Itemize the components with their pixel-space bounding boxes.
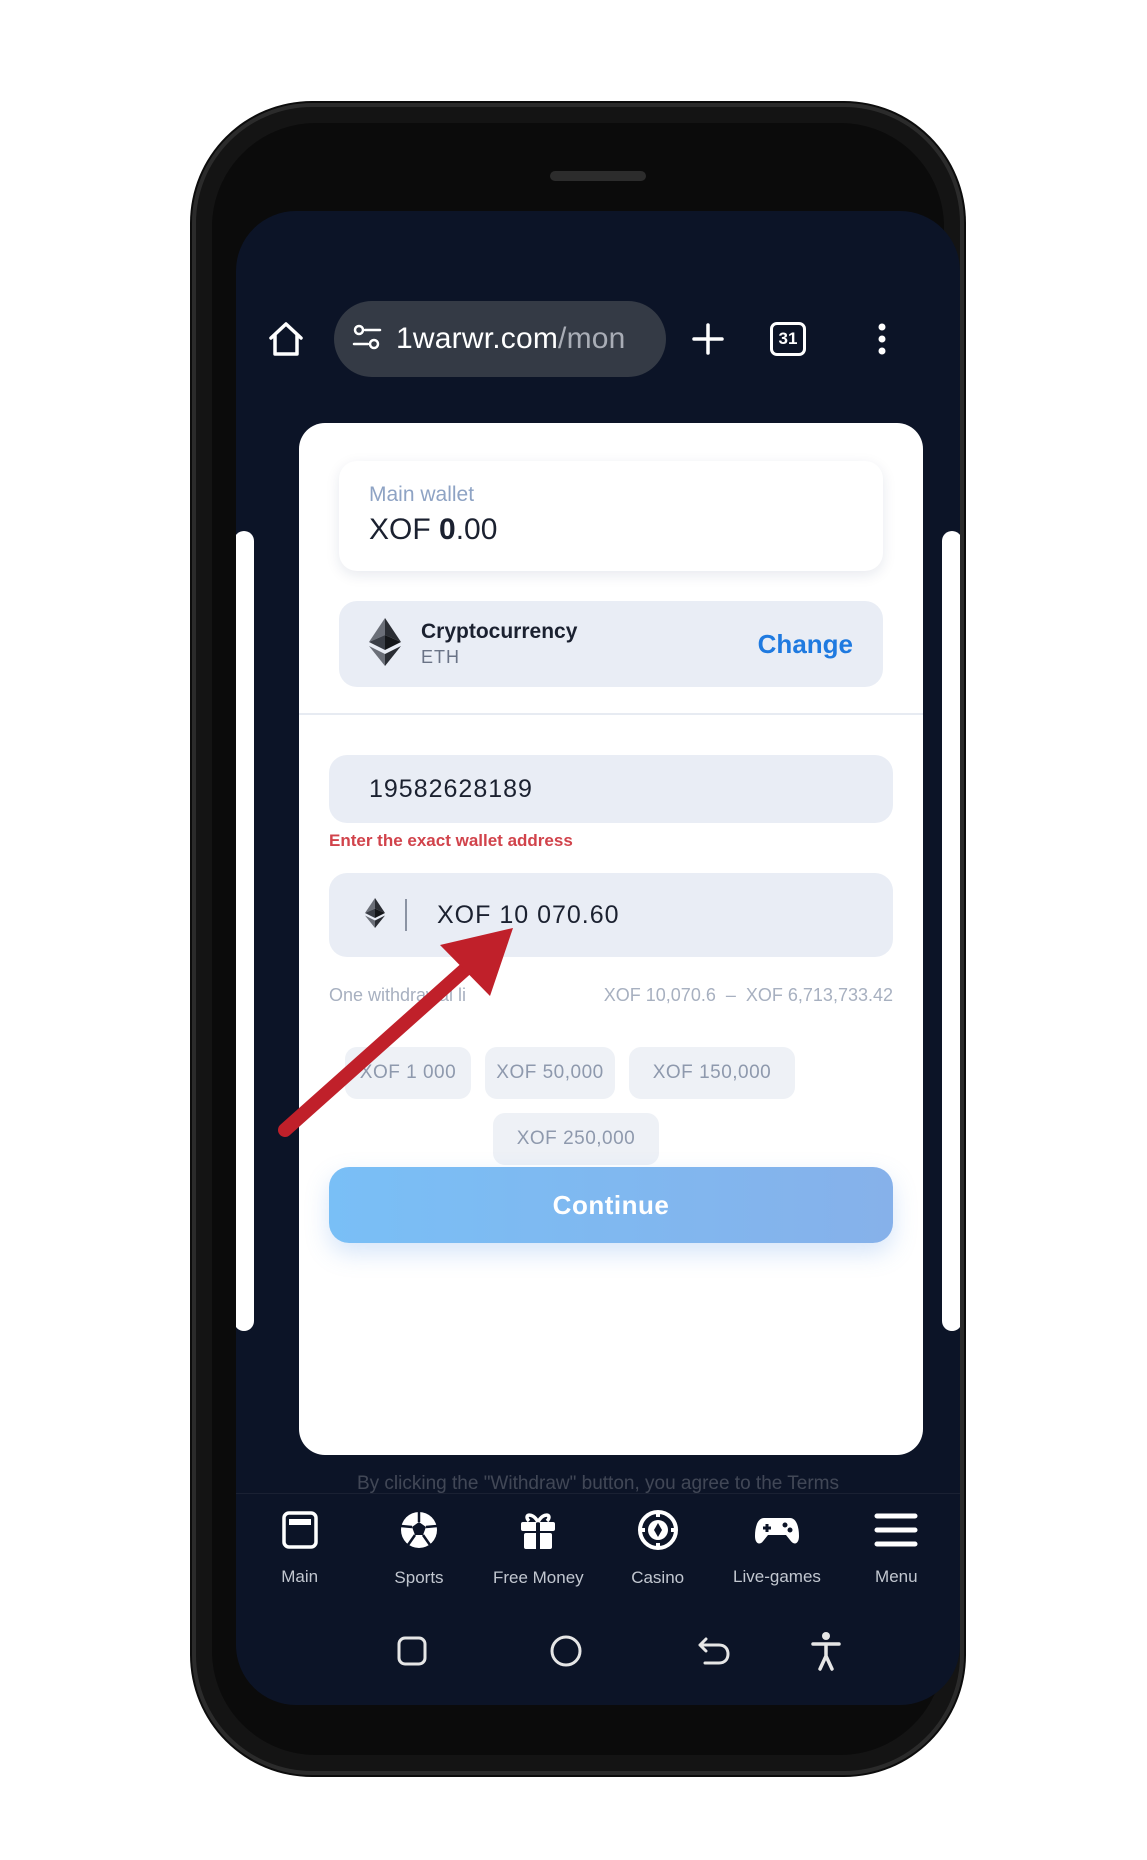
main-wallet-box: Main wallet XOF 0.00: [339, 461, 883, 571]
nav-item-main[interactable]: Main: [240, 1510, 359, 1587]
address-bar[interactable]: 1warwr.com/mon: [334, 301, 666, 377]
limit-range: XOF 10,070.6 – XOF 6,713,733.42: [603, 985, 893, 1005]
nav-label: Sports: [394, 1568, 444, 1587]
new-tab-icon[interactable]: [680, 311, 736, 367]
gift-icon: [517, 1509, 559, 1556]
nav-item-free-money[interactable]: Free Money: [479, 1509, 598, 1588]
address-error-message: Enter the exact wallet address: [329, 831, 573, 850]
amount-input[interactable]: XOF 10 070.60: [329, 873, 893, 957]
back-icon[interactable]: [692, 1629, 736, 1673]
tab-switcher-icon[interactable]: 31: [758, 309, 818, 369]
method-title: Cryptocurrency: [421, 620, 578, 643]
method-subtitle: ETH: [421, 647, 460, 667]
home-icon[interactable]: [258, 311, 314, 367]
nav-label: Menu: [875, 1567, 918, 1586]
nav-item-casino[interactable]: Casino: [598, 1509, 717, 1588]
recent-apps-icon[interactable]: [390, 1629, 434, 1673]
gamepad-icon: [754, 1510, 800, 1555]
window-icon: [280, 1510, 320, 1555]
nav-item-menu[interactable]: Menu: [837, 1510, 956, 1587]
bottom-nav: Main Sports Free Money Casino Live-games…: [236, 1493, 960, 1603]
more-options-icon[interactable]: [862, 311, 902, 367]
left-panel-edge: [236, 531, 254, 1331]
continue-button[interactable]: Continue: [329, 1167, 893, 1243]
payment-method-box: Cryptocurrency ETH Change: [339, 601, 883, 687]
hamburger-icon: [874, 1510, 918, 1555]
casino-chip-icon: [637, 1509, 679, 1556]
nav-label: Main: [281, 1567, 319, 1586]
nav-label: Casino: [631, 1568, 685, 1587]
amount-value: XOF 10 070.60: [437, 900, 620, 929]
nav-item-live-games[interactable]: Live-games: [717, 1510, 836, 1587]
earpiece-speaker: [550, 171, 646, 181]
phone-bezel: 1warwr.com/mon 31 Main wallet XOF 0.00 C…: [212, 123, 960, 1755]
url-text: 1warwr.com/mon: [396, 322, 626, 355]
withdraw-card: Main wallet XOF 0.00 Cryptocurrency ETH …: [299, 423, 923, 1455]
status-bar: [236, 211, 960, 273]
phone-frame: 1warwr.com/mon 31 Main wallet XOF 0.00 C…: [192, 103, 964, 1775]
wallet-address-input[interactable]: [329, 755, 893, 823]
wallet-balance: XOF 0.00: [369, 513, 498, 546]
nav-label: Free Money: [492, 1568, 584, 1587]
section-divider: [299, 713, 923, 715]
nav-label: Live-games: [733, 1567, 821, 1586]
method-text: Cryptocurrency ETH: [421, 620, 577, 668]
tab-count: 31: [770, 322, 806, 356]
withdrawal-limits: One withdrawal li XOF 10,070.6 – XOF 6,7…: [329, 985, 893, 1006]
soccer-ball-icon: [398, 1509, 440, 1556]
nav-item-sports[interactable]: Sports: [359, 1509, 478, 1588]
system-navigation-bar: [236, 1607, 960, 1693]
terms-notice: By clicking the "Withdraw" button, you a…: [356, 1473, 840, 1494]
site-settings-icon[interactable]: [352, 322, 382, 357]
quick-amount-chip[interactable]: XOF 50,000: [485, 1047, 615, 1099]
quick-amount-chip[interactable]: XOF 150,000: [629, 1047, 795, 1099]
change-method-link[interactable]: Change: [758, 629, 853, 660]
amount-separator: [405, 899, 407, 931]
home-button-icon[interactable]: [542, 1627, 590, 1675]
quick-amount-chip[interactable]: XOF 250,000: [493, 1113, 659, 1165]
right-panel-edge: [942, 531, 960, 1331]
phone-screen: 1warwr.com/mon 31 Main wallet XOF 0.00 C…: [236, 211, 960, 1705]
ethereum-small-icon: [365, 897, 385, 933]
ethereum-icon: [369, 617, 401, 671]
browser-toolbar: 1warwr.com/mon 31: [236, 273, 960, 393]
limit-label: One withdrawal li: [329, 985, 467, 1005]
wallet-label: Main wallet: [369, 483, 475, 506]
accessibility-icon[interactable]: [804, 1627, 848, 1675]
quick-amount-chip[interactable]: XOF 1 000: [345, 1047, 471, 1099]
